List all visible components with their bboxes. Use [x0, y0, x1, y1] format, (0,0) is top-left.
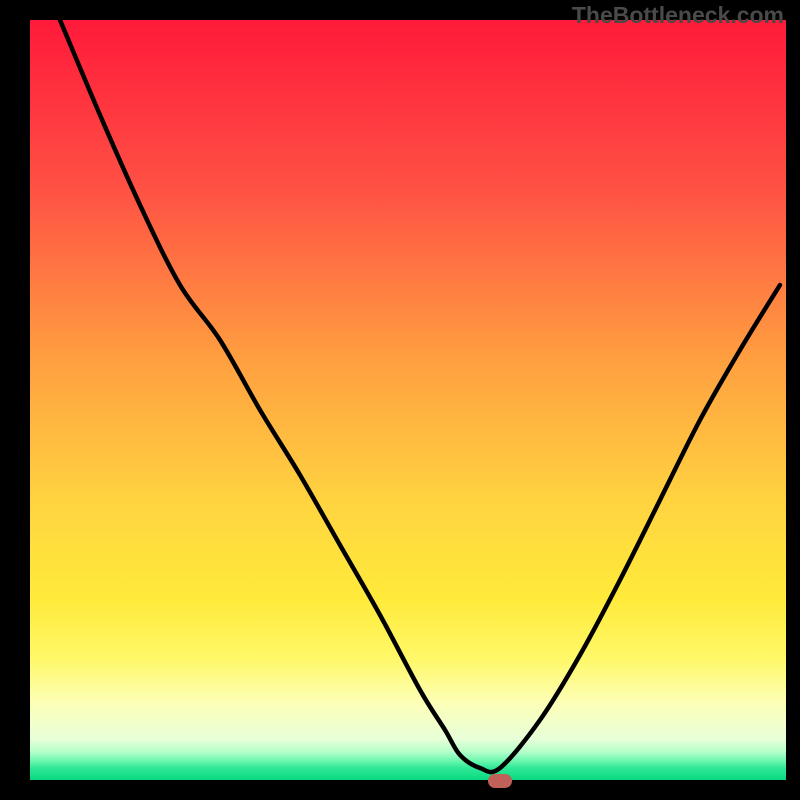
- stage: TheBottleneck.com: [0, 0, 800, 800]
- watermark-label: TheBottleneck.com: [572, 2, 784, 29]
- plot-area: [30, 20, 786, 780]
- bottleneck-curve: [30, 20, 786, 780]
- optimal-marker: [488, 774, 512, 788]
